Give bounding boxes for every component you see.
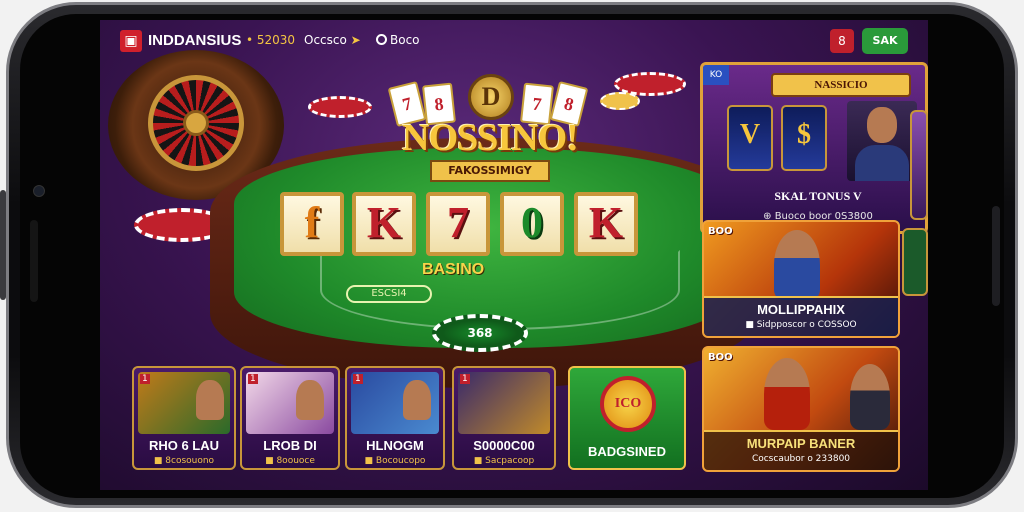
- roulette-hub: [183, 110, 209, 136]
- reel-tile: K: [352, 192, 416, 256]
- edge-panel-decoration: [910, 110, 928, 220]
- promo-bar: MOLLIPPAHIX ■ Sidpposcor o COSSOO: [704, 296, 898, 336]
- reel-tile: 0: [500, 192, 564, 256]
- card-subtext: ■ Sacpacoop: [473, 456, 535, 466]
- promo-bar: MURPAIP BANER Cocscaubor o 233800: [704, 430, 898, 470]
- reel-tile: f: [280, 192, 344, 256]
- arrow-icon: ➤: [350, 33, 361, 47]
- game-title: 7 8 7 8 D NOSSINO! FAKOSSIMIGY: [370, 74, 610, 200]
- character-avatar: [196, 380, 224, 420]
- phone-frame: ▣ INDDANSIUS • 52030 Occsco ➤ Boco 8 SAK…: [0, 0, 1024, 512]
- promo-subtext: ■ Sidpposcor o COSSOO: [745, 320, 857, 330]
- character-avatar: [403, 380, 431, 420]
- hero-character: [764, 358, 810, 430]
- game-card[interactable]: 1 S0000C00 ■ Sacpacoop: [452, 366, 556, 470]
- bonus-circle-icon: [376, 34, 387, 45]
- phone-side-button: [0, 190, 6, 300]
- featured-game-panel[interactable]: KO NASSICIO V $ SKAL TONUS V ⊕ Buoco boo…: [700, 62, 928, 234]
- phone-volume-button: [992, 206, 1000, 306]
- promo-title: MURPAIP BANER: [746, 436, 856, 451]
- badge-icon: ICO: [600, 376, 656, 432]
- panel-tag: KO: [703, 65, 729, 85]
- promo-label: Occsco: [304, 33, 347, 47]
- hero-character: [850, 364, 890, 430]
- card-image: [351, 372, 439, 434]
- slot-tile: $: [781, 105, 827, 171]
- bonus-link[interactable]: Boco: [376, 33, 420, 47]
- felt-pill[interactable]: ESCSI4: [346, 285, 432, 303]
- panel-title: NASSICIO: [771, 73, 911, 97]
- card-image: [138, 372, 230, 434]
- slot-tile: V: [727, 105, 773, 171]
- card-title: S0000C00: [473, 438, 535, 453]
- card-subtext: ■ 8cosouono: [153, 456, 215, 466]
- title-coin-icon: D: [468, 74, 514, 120]
- promo-link[interactable]: Occsco ➤: [304, 33, 361, 47]
- reel-tile: K: [574, 192, 638, 256]
- character-avatar: [296, 380, 324, 420]
- panel-name: SKAL TONUS V: [774, 189, 862, 203]
- promo-panel[interactable]: BOO MOLLIPPAHIX ■ Sidpposcor o COSSOO: [702, 220, 900, 338]
- card-subtext: ■ Bocoucopo: [364, 456, 426, 466]
- action-button[interactable]: SAK: [862, 28, 908, 54]
- promo-panel[interactable]: BOO MURPAIP BANER Cocscaubor o 233800: [702, 346, 900, 472]
- bonus-label: Boco: [390, 33, 420, 47]
- center-chip-button[interactable]: 368: [432, 314, 528, 352]
- card-tag: 1: [460, 374, 470, 384]
- hero-character: [774, 230, 820, 300]
- app-screen: ▣ INDDANSIUS • 52030 Occsco ➤ Boco 8 SAK…: [100, 20, 928, 490]
- promo-subtext: Cocscaubor o 233800: [751, 454, 851, 464]
- title-text: NOSSINO!: [402, 117, 579, 159]
- card-image: [458, 372, 550, 434]
- camera-icon: [33, 185, 45, 197]
- card-title: RHO 6 LAU: [148, 438, 220, 453]
- speaker-grille: [30, 220, 38, 302]
- card-subtext: ■ 8oouoce: [265, 456, 315, 466]
- character-avatar: [847, 101, 917, 181]
- reel-row[interactable]: f K 7 0 K: [280, 192, 650, 256]
- game-card[interactable]: 1 RHO 6 LAU ■ 8cosouono: [132, 366, 236, 470]
- badge-card[interactable]: ICO BADGSINED: [568, 366, 686, 470]
- app-name: INDDANSIUS: [148, 32, 242, 49]
- promo-tag: BOO: [708, 226, 733, 237]
- reel-tile: 7: [426, 192, 490, 256]
- card-image: [246, 372, 334, 434]
- title-ribbon: FAKOSSIMIGY: [430, 160, 550, 182]
- card-tag: 1: [140, 374, 150, 384]
- card-title: HLNOGM: [366, 438, 424, 453]
- felt-label: BASINO: [422, 261, 485, 278]
- badge-card-title: BADGSINED: [587, 444, 666, 459]
- chip-stack-decoration: [308, 96, 372, 118]
- edge-panel-decoration: [902, 228, 928, 296]
- roulette-wheel: [148, 75, 244, 171]
- game-card[interactable]: 1 LROB DI ■ 8oouoce: [240, 366, 340, 470]
- message-button[interactable]: 8: [830, 29, 854, 53]
- promo-title: MOLLIPPAHIX: [757, 302, 845, 317]
- balance-display: • 52030: [246, 33, 296, 47]
- card-title: LROB DI: [263, 438, 317, 453]
- card-tag: 1: [248, 374, 258, 384]
- card-tag: 1: [353, 374, 363, 384]
- app-logo-icon[interactable]: ▣: [120, 30, 142, 52]
- game-card[interactable]: 1 HLNOGM ■ Bocoucopo: [345, 366, 445, 470]
- promo-tag: BOO: [708, 352, 733, 363]
